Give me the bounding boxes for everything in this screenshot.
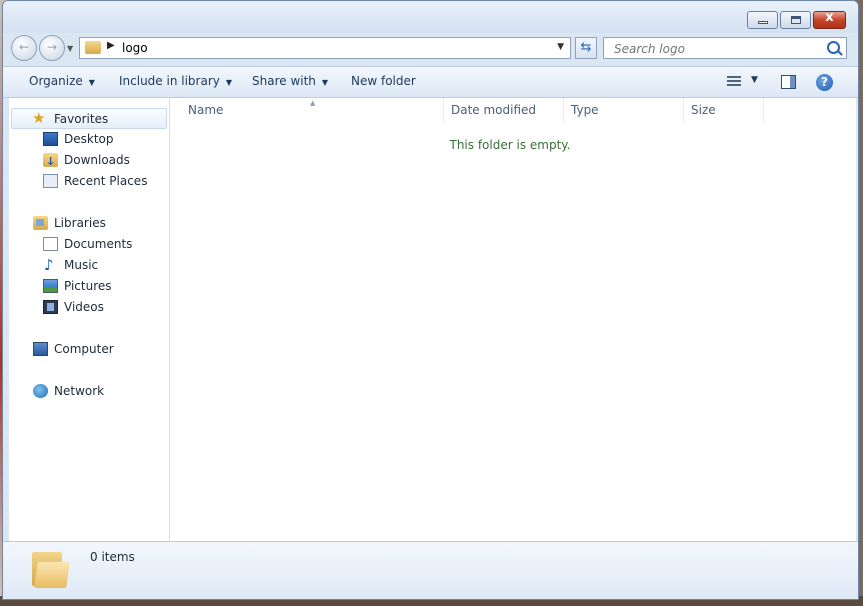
recent-pages-dropdown-icon[interactable]: ▼ <box>67 44 73 53</box>
sidebar-item-libraries[interactable]: Libraries <box>9 213 167 234</box>
pictures-icon <box>43 279 58 293</box>
sidebar-item-music[interactable]: ♪ Music <box>9 255 167 276</box>
organize-label: Organize <box>29 74 83 88</box>
new-folder-button[interactable]: New folder <box>351 74 416 88</box>
share-with-button[interactable]: Share with ▼ <box>252 74 328 88</box>
chevron-down-icon: ▼ <box>321 78 329 87</box>
breadcrumb-logo[interactable]: logo <box>122 41 148 55</box>
videos-icon <box>43 300 58 314</box>
star-icon: ★ <box>32 109 46 127</box>
sidebar-item-recent-places[interactable]: Recent Places <box>9 171 167 192</box>
include-in-library-button[interactable]: Include in library ▼ <box>119 74 232 88</box>
organize-button[interactable]: Organize ▼ <box>29 74 95 88</box>
column-header-date-modified[interactable]: Date modified <box>444 98 564 122</box>
forward-button[interactable] <box>39 35 65 61</box>
folder-icon <box>85 41 101 54</box>
sidebar-item-videos[interactable]: Videos <box>9 297 167 318</box>
title-bar[interactable]: x <box>3 1 858 33</box>
address-bar[interactable]: ▶ logo ▼ <box>79 37 571 59</box>
sidebar-item-documents[interactable]: Documents <box>9 234 167 255</box>
command-bar: Organize ▼ Include in library ▼ Share with… <box>3 66 858 98</box>
share-with-label: Share with <box>252 74 316 88</box>
sidebar-item-label: Network <box>54 384 105 398</box>
downloads-icon <box>43 151 58 172</box>
close-icon: x <box>825 10 834 25</box>
chevron-down-icon: ▼ <box>225 78 233 87</box>
sidebar-item-label: Documents <box>64 237 133 251</box>
column-header-label: Name <box>188 103 224 117</box>
change-view-icon[interactable] <box>727 76 741 88</box>
sidebar-item-label: Videos <box>64 300 104 314</box>
documents-icon <box>43 237 58 251</box>
maximize-button[interactable] <box>780 11 811 29</box>
sidebar-item-desktop[interactable]: Desktop <box>9 129 167 150</box>
file-list-pane[interactable]: ▲ Name Date modified Type Size This fold… <box>170 98 856 541</box>
recent-places-icon <box>43 174 58 188</box>
search-icon[interactable] <box>827 41 840 54</box>
sidebar-item-label: Downloads <box>64 153 130 167</box>
help-icon[interactable]: ? <box>816 74 833 91</box>
preview-pane-icon[interactable] <box>781 75 796 89</box>
column-header-type[interactable]: Type <box>564 98 684 122</box>
sidebar-item-label: Computer <box>54 342 114 356</box>
sidebar-item-pictures[interactable]: Pictures <box>9 276 167 297</box>
address-dropdown-icon[interactable]: ▼ <box>557 42 564 52</box>
explorer-window: x ▼ ▶ logo ▼ ⇆ Organize ▼ Include in libr… <box>2 0 859 600</box>
column-header-label: Size <box>691 103 716 117</box>
refresh-icon: ⇆ <box>580 40 592 55</box>
column-header-label: Type <box>571 103 599 117</box>
sidebar-item-label: Favorites <box>54 112 109 126</box>
computer-icon <box>33 342 48 356</box>
music-icon: ♪ <box>44 256 54 274</box>
sidebar-item-network[interactable]: Network <box>9 381 167 402</box>
navigation-bar: ▼ ▶ logo ▼ ⇆ <box>3 33 858 63</box>
sidebar-item-label: Libraries <box>54 216 106 230</box>
close-button[interactable]: x <box>813 10 846 29</box>
column-header-label: Date modified <box>451 103 537 117</box>
item-count: 0 items <box>90 550 135 564</box>
empty-folder-message: This folder is empty. <box>449 138 571 152</box>
sidebar-item-label: Desktop <box>64 132 114 146</box>
refresh-button[interactable]: ⇆ <box>575 37 597 59</box>
column-header-size[interactable]: Size <box>684 98 764 122</box>
sidebar-item-label: Recent Places <box>64 174 148 188</box>
folder-icon <box>32 550 70 588</box>
details-pane: 0 items <box>3 541 858 599</box>
back-button[interactable] <box>11 35 37 61</box>
desktop-icon <box>43 132 58 146</box>
navigation-pane: ★ Favorites Desktop Downloads Recent Pla… <box>9 98 170 541</box>
search-input[interactable] <box>612 40 816 58</box>
sort-ascending-icon: ▲ <box>310 99 316 107</box>
include-in-library-label: Include in library <box>119 74 220 88</box>
sidebar-item-computer[interactable]: Computer <box>9 339 167 360</box>
sidebar-item-favorites[interactable]: ★ Favorites <box>11 108 167 129</box>
sidebar-item-label: Music <box>64 258 99 272</box>
breadcrumb-arrow-icon[interactable]: ▶ <box>107 40 115 51</box>
view-options-dropdown-icon[interactable]: ▼ <box>751 75 758 85</box>
sidebar-item-label: Pictures <box>64 279 112 293</box>
search-box[interactable] <box>603 37 847 59</box>
libraries-icon <box>33 216 48 230</box>
sidebar-item-downloads[interactable]: Downloads <box>9 150 167 172</box>
minimize-button[interactable] <box>747 11 778 29</box>
column-header-name[interactable]: ▲ Name <box>170 98 444 122</box>
network-icon <box>33 384 48 398</box>
chevron-down-icon: ▼ <box>88 78 95 87</box>
